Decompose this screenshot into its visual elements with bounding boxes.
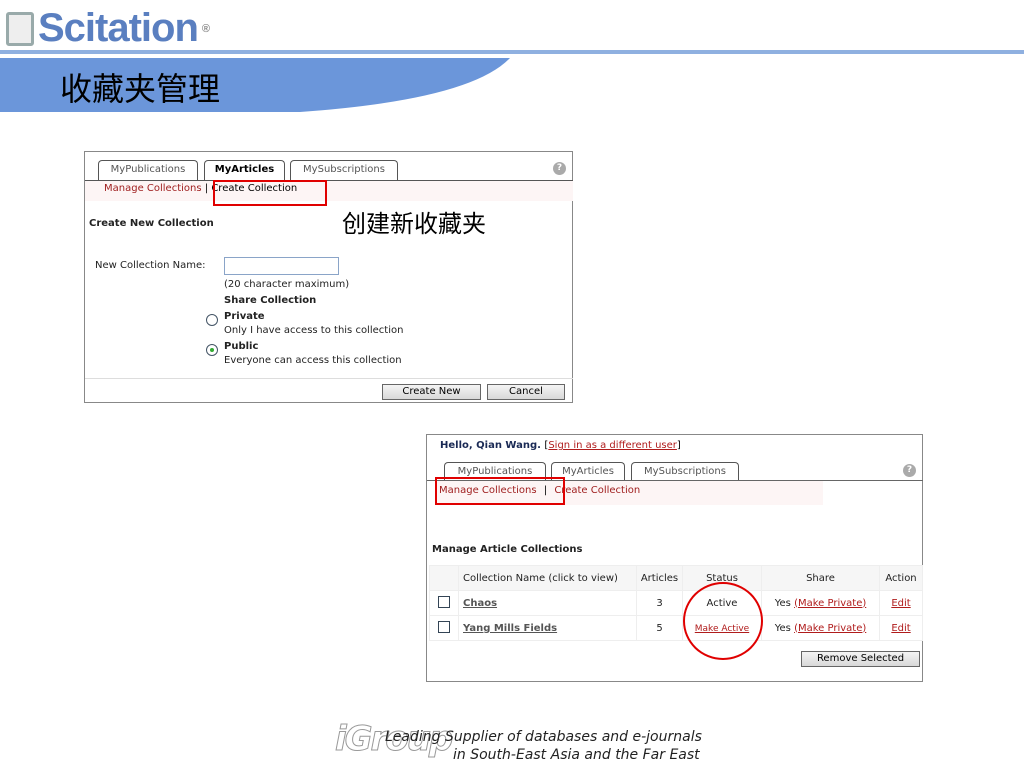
- tab-mysubscriptions[interactable]: MySubscriptions: [631, 462, 739, 482]
- char-hint: (20 character maximum): [224, 279, 350, 290]
- section-heading: Manage Article Collections: [432, 544, 583, 555]
- remove-selected-button[interactable]: Remove Selected: [801, 651, 920, 667]
- table-row: Yang Mills Fields 5 Make Active Yes (Mak…: [429, 615, 923, 641]
- row-checkbox[interactable]: [438, 620, 450, 633]
- name-label: New Collection Name:: [95, 260, 206, 271]
- share-heading: Share Collection: [224, 295, 317, 306]
- document-icon: [6, 11, 34, 46]
- page-title: 收藏夹管理: [60, 70, 221, 108]
- highlight-box: [213, 180, 327, 206]
- annotation-label: 创建新收藏夹: [342, 210, 486, 238]
- create-new-button[interactable]: Create New: [382, 384, 481, 400]
- section-heading: Create New Collection: [89, 218, 214, 229]
- private-desc: Only I have access to this collection: [224, 325, 404, 336]
- make-private-link[interactable]: (Make Private): [794, 623, 866, 634]
- footer: iGroup Leading Supplier of databases and…: [334, 719, 702, 764]
- create-collection-link[interactable]: Create Collection: [554, 485, 640, 496]
- public-radio[interactable]: [206, 344, 218, 356]
- private-label: Private: [224, 311, 265, 322]
- tab-mypublications[interactable]: MyPublications: [98, 160, 198, 180]
- tab-mysubscriptions[interactable]: MySubscriptions: [290, 160, 398, 180]
- cancel-button[interactable]: Cancel: [487, 384, 565, 400]
- collection-link[interactable]: Chaos: [463, 598, 497, 609]
- public-desc: Everyone can access this collection: [224, 355, 402, 366]
- collection-link[interactable]: Yang Mills Fields: [463, 623, 557, 634]
- table-row: Chaos 3 Active Yes (Make Private) Edit: [429, 590, 923, 616]
- sign-in-different-user-link[interactable]: Sign in as a different user: [548, 440, 677, 451]
- help-icon[interactable]: ?: [903, 464, 916, 477]
- highlight-box: [435, 477, 565, 505]
- create-collection-panel: MyPublications MyArticles MySubscription…: [84, 151, 573, 403]
- private-radio[interactable]: [206, 314, 218, 326]
- collection-name-input[interactable]: [224, 257, 339, 275]
- collections-table: Collection Name (click to view) Articles…: [429, 565, 923, 641]
- scitation-logo: Scitation ®: [6, 6, 210, 51]
- make-private-link[interactable]: (Make Private): [794, 598, 866, 609]
- help-icon[interactable]: ?: [553, 162, 566, 175]
- public-label: Public: [224, 341, 259, 352]
- edit-link[interactable]: Edit: [891, 598, 910, 609]
- manage-collections-panel: Hello, Qian Wang. [Sign in as a differen…: [426, 434, 923, 682]
- row-checkbox[interactable]: [438, 595, 450, 608]
- edit-link[interactable]: Edit: [891, 623, 910, 634]
- highlight-circle: [683, 582, 763, 660]
- greeting: Hello, Qian Wang.: [440, 440, 541, 451]
- manage-collections-link[interactable]: Manage Collections: [104, 183, 202, 194]
- tab-myarticles[interactable]: MyArticles: [204, 160, 285, 180]
